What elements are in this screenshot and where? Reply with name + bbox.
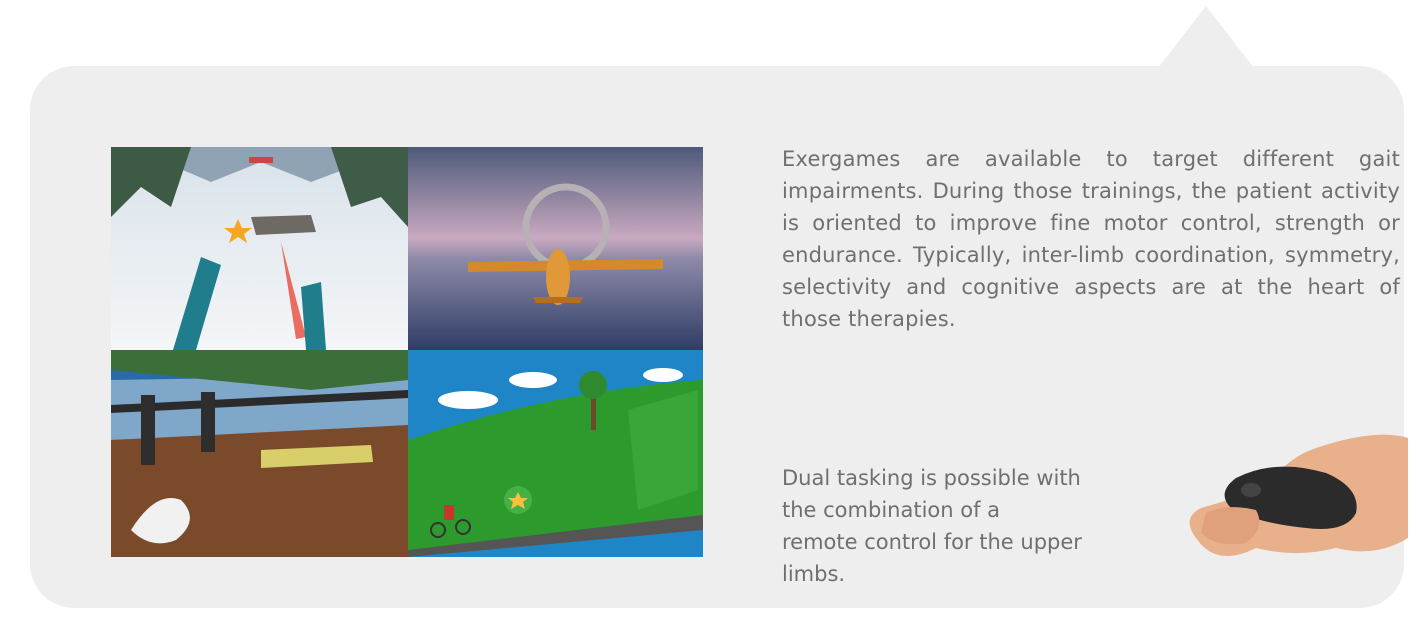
ski-game-screenshot bbox=[111, 147, 408, 350]
exergame-description: Exergames are available to target differ… bbox=[782, 143, 1400, 335]
cat-game-screenshot bbox=[111, 350, 408, 557]
callout-pointer bbox=[1158, 6, 1254, 68]
exergame-collage bbox=[111, 147, 703, 557]
hand-remote-control-image bbox=[1176, 418, 1408, 578]
dual-tasking-description: Dual tasking is possible with the combin… bbox=[782, 462, 1082, 590]
plane-game-screenshot bbox=[408, 147, 703, 350]
bike-game-screenshot bbox=[408, 350, 703, 557]
main-paragraph: Exergames are available to target differ… bbox=[782, 147, 1400, 331]
dual-tasking-paragraph: Dual tasking is possible with the combin… bbox=[782, 466, 1082, 586]
